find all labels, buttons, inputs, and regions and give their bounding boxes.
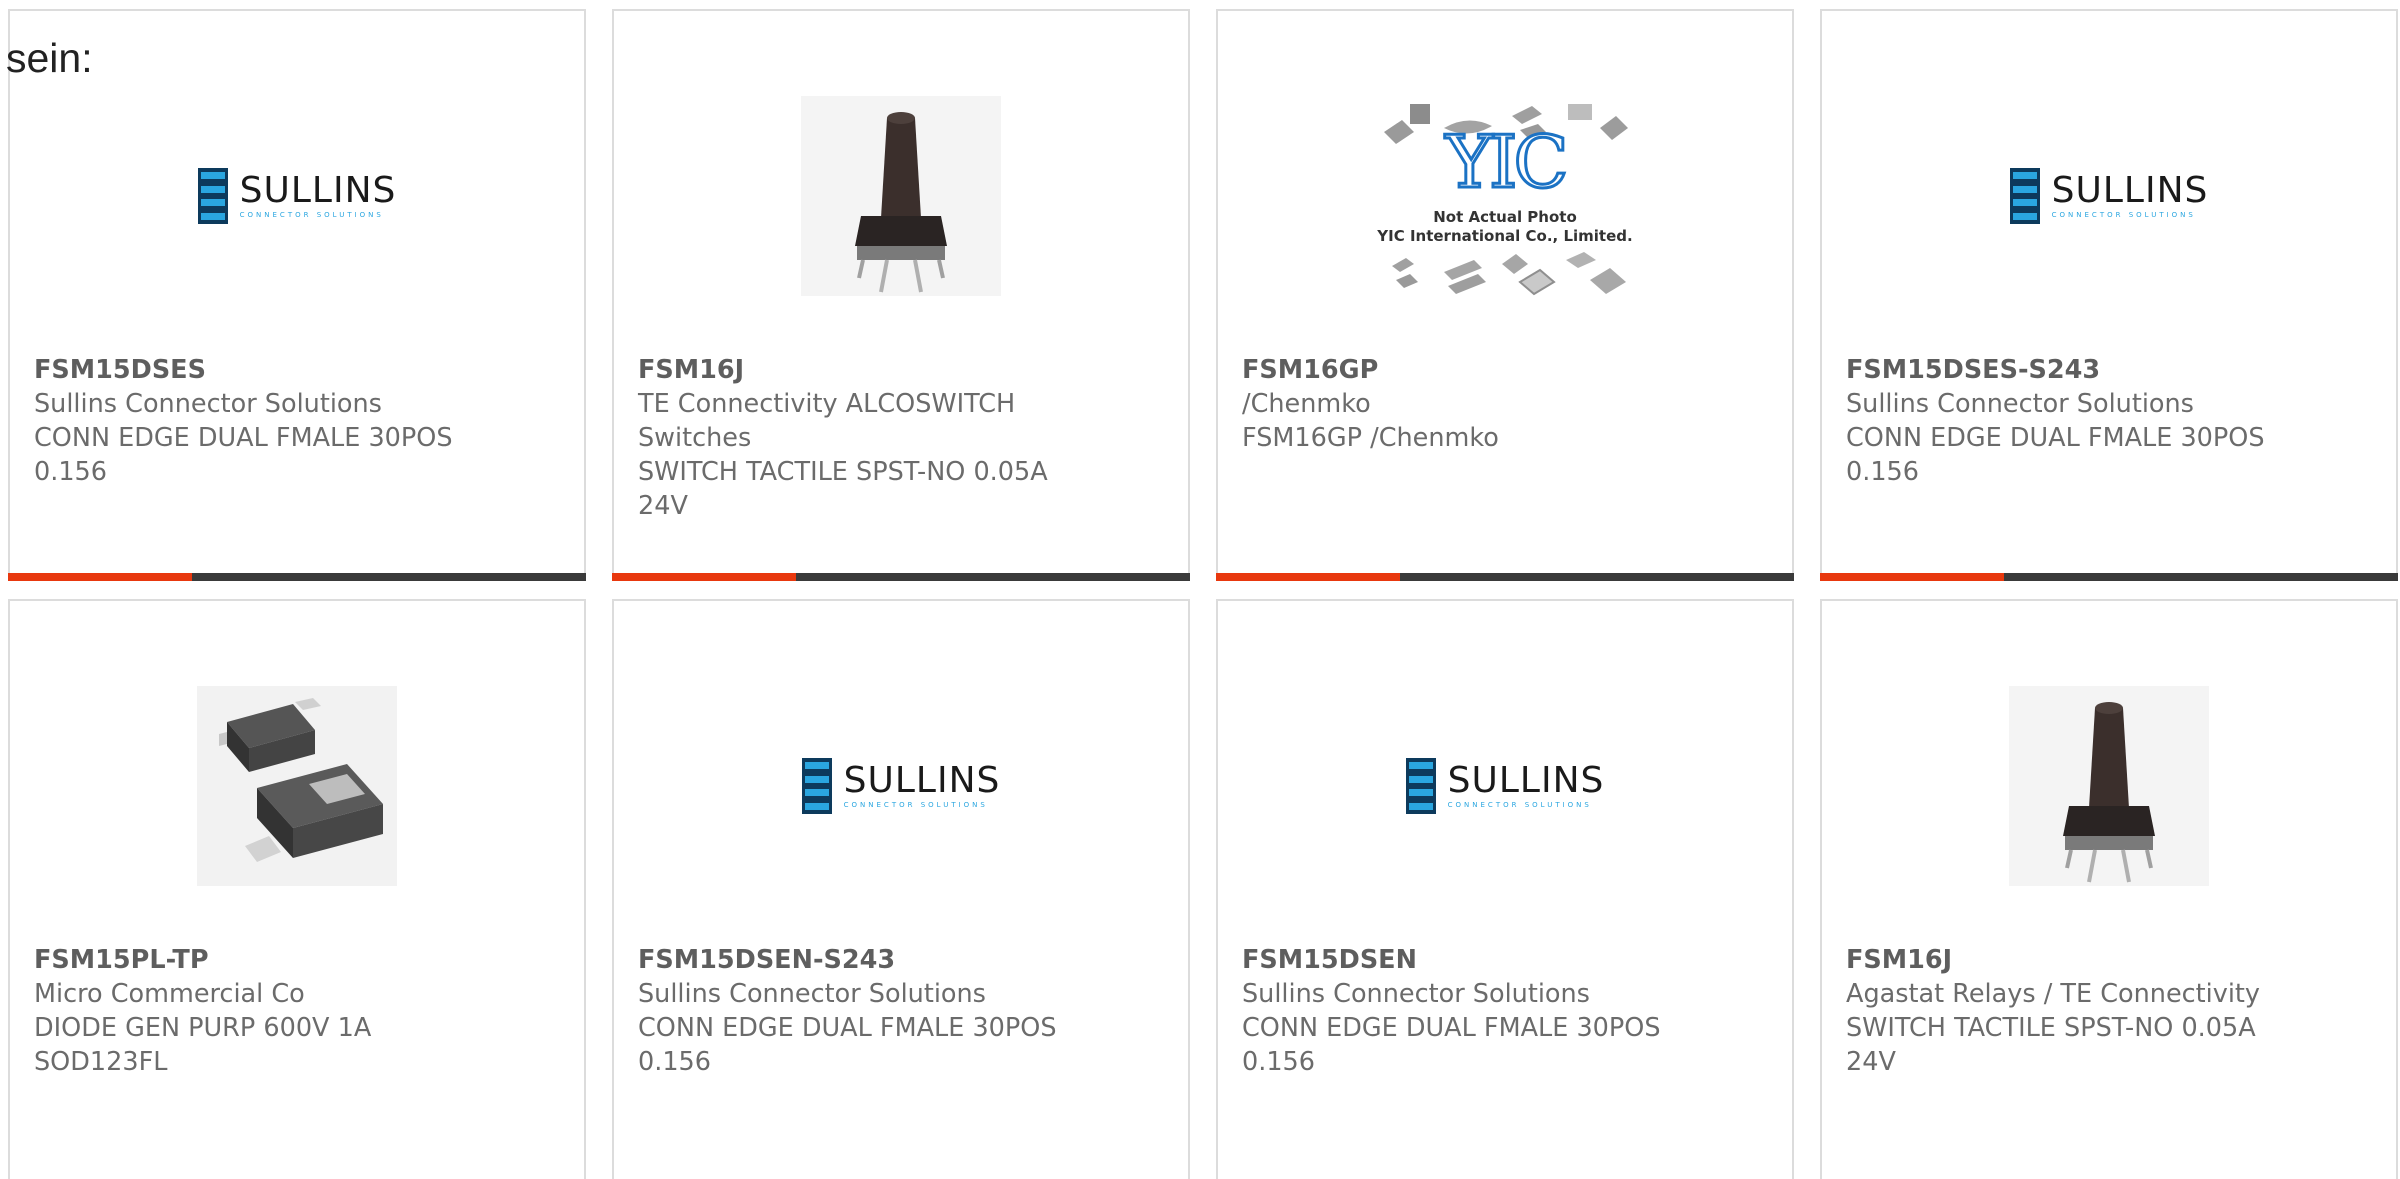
- manufacturer: TE Connectivity ALCOSWITCH: [638, 389, 1016, 419]
- card-footer-bar: [1216, 573, 1794, 581]
- product-info: FSM16J TE Connectivity ALCOSWITCH Switch…: [638, 353, 1164, 523]
- manufacturer: Micro Commercial Co: [34, 979, 305, 1009]
- sullins-mark-icon: [197, 168, 228, 224]
- description-line: 0.156: [34, 457, 108, 487]
- sullins-mark-icon: [2009, 168, 2040, 224]
- product-grid: SULLINS CONNECTOR SOLUTIONS FSM15DSES Su…: [0, 0, 2400, 1179]
- part-number-link[interactable]: FSM15DSES-S243: [1846, 353, 2372, 387]
- sullins-mark-icon: [801, 758, 832, 814]
- product-card[interactable]: SULLINS CONNECTOR SOLUTIONS FSM15DSES Su…: [8, 9, 586, 581]
- card-footer-bar: [612, 573, 1190, 581]
- description-line: CONN EDGE DUAL FMALE 30POS: [1846, 423, 2265, 453]
- sullins-logo: SULLINS CONNECTOR SOLUTIONS: [2009, 168, 2209, 224]
- description-line: 24V: [638, 491, 688, 521]
- product-info: FSM15DSES-S243 Sullins Connector Solutio…: [1846, 353, 2372, 489]
- placeholder-caption: Not Actual Photo: [1433, 208, 1577, 226]
- tactile-switch-photo: [801, 96, 1001, 296]
- product-info: FSM16GP /Chenmko FSM16GP /Chenmko: [1242, 353, 1768, 455]
- sullins-logo: SULLINS CONNECTOR SOLUTIONS: [197, 168, 397, 224]
- description-line: 0.156: [1846, 457, 1920, 487]
- product-card[interactable]: FSM16J Agastat Relays / TE Connectivity …: [1820, 599, 2398, 1179]
- part-number-link[interactable]: FSM16GP: [1242, 353, 1768, 387]
- product-card[interactable]: SULLINS CONNECTOR SOLUTIONS FSM15DSEN-S2…: [612, 599, 1190, 1179]
- product-image[interactable]: SULLINS CONNECTOR SOLUTIONS: [10, 41, 584, 351]
- sullins-logo: SULLINS CONNECTOR SOLUTIONS: [801, 758, 1001, 814]
- description-line: 0.156: [638, 1047, 712, 1077]
- sullins-tagline: CONNECTOR SOLUTIONS: [1447, 801, 1592, 809]
- manufacturer: Sullins Connector Solutions: [34, 389, 382, 419]
- manufacturer: Sullins Connector Solutions: [638, 979, 986, 1009]
- description-line: SOD123FL: [34, 1047, 168, 1077]
- yic-placeholder-image: YIC Not Actual Photo YIC International C…: [1370, 76, 1640, 316]
- description-line: DIODE GEN PURP 600V 1A: [34, 1013, 372, 1043]
- description-line: FSM16GP /Chenmko: [1242, 423, 1499, 453]
- sullins-brand-name: SULLINS: [843, 760, 1001, 801]
- product-image[interactable]: [10, 631, 584, 941]
- description-line: SWITCH TACTILE SPST-NO 0.05A: [638, 457, 1048, 487]
- product-image[interactable]: [614, 41, 1188, 351]
- part-number-link[interactable]: FSM15PL-TP: [34, 943, 560, 977]
- product-info: FSM15DSEN-S243 Sullins Connector Solutio…: [638, 943, 1164, 1079]
- product-card[interactable]: FSM16J TE Connectivity ALCOSWITCH Switch…: [612, 9, 1190, 581]
- card-accent-bar: [612, 573, 796, 581]
- description-line: CONN EDGE DUAL FMALE 30POS: [1242, 1013, 1661, 1043]
- sullins-mark-icon: [1405, 758, 1436, 814]
- description-line: CONN EDGE DUAL FMALE 30POS: [34, 423, 453, 453]
- description-line: CONN EDGE DUAL FMALE 30POS: [638, 1013, 1057, 1043]
- description-line: SWITCH TACTILE SPST-NO 0.05A: [1846, 1013, 2256, 1043]
- lead-text: sein:: [6, 35, 93, 81]
- part-number-link[interactable]: FSM15DSES: [34, 353, 560, 387]
- diode-photo: [197, 686, 397, 886]
- manufacturer: /Chenmko: [1242, 389, 1371, 419]
- placeholder-company: YIC International Co., Limited.: [1377, 227, 1633, 245]
- sullins-brand-name: SULLINS: [1447, 760, 1605, 801]
- sullins-brand-name: SULLINS: [239, 170, 397, 211]
- part-number-link[interactable]: FSM16J: [638, 353, 1164, 387]
- card-accent-bar: [1216, 573, 1400, 581]
- card-accent-bar: [8, 573, 192, 581]
- sullins-logo: SULLINS CONNECTOR SOLUTIONS: [1405, 758, 1605, 814]
- product-grid-page: sein: SULLINS CONNECTOR SOLUTIONS FSM15D…: [0, 0, 2400, 1179]
- product-image[interactable]: YIC Not Actual Photo YIC International C…: [1218, 41, 1792, 351]
- product-info: FSM15DSEN Sullins Connector Solutions CO…: [1242, 943, 1768, 1079]
- card-footer-bar: [1820, 573, 2398, 581]
- product-image[interactable]: SULLINS CONNECTOR SOLUTIONS: [614, 631, 1188, 941]
- manufacturer: Sullins Connector Solutions: [1242, 979, 1590, 1009]
- description-line: Switches: [638, 423, 752, 453]
- product-info: FSM15PL-TP Micro Commercial Co DIODE GEN…: [34, 943, 560, 1079]
- yic-logo: YIC: [1444, 120, 1570, 204]
- sullins-brand-name: SULLINS: [2051, 170, 2209, 211]
- product-card[interactable]: FSM15PL-TP Micro Commercial Co DIODE GEN…: [8, 599, 586, 1179]
- manufacturer: Agastat Relays / TE Connectivity: [1846, 979, 2261, 1009]
- part-number-link[interactable]: FSM15DSEN-S243: [638, 943, 1164, 977]
- part-number-link[interactable]: FSM16J: [1846, 943, 2372, 977]
- part-number-link[interactable]: FSM15DSEN: [1242, 943, 1768, 977]
- sullins-tagline: CONNECTOR SOLUTIONS: [843, 801, 988, 809]
- description-line: 24V: [1846, 1047, 1896, 1077]
- sullins-tagline: CONNECTOR SOLUTIONS: [2051, 211, 2196, 219]
- product-info: FSM16J Agastat Relays / TE Connectivity …: [1846, 943, 2372, 1079]
- product-card[interactable]: YIC Not Actual Photo YIC International C…: [1216, 9, 1794, 581]
- product-image[interactable]: SULLINS CONNECTOR SOLUTIONS: [1822, 41, 2396, 351]
- card-footer-bar: [8, 573, 586, 581]
- manufacturer: Sullins Connector Solutions: [1846, 389, 2194, 419]
- card-accent-bar: [1820, 573, 2004, 581]
- product-info: FSM15DSES Sullins Connector Solutions CO…: [34, 353, 560, 489]
- product-card[interactable]: SULLINS CONNECTOR SOLUTIONS FSM15DSEN Su…: [1216, 599, 1794, 1179]
- tactile-switch-photo: [2009, 686, 2209, 886]
- description-line: 0.156: [1242, 1047, 1316, 1077]
- product-card[interactable]: SULLINS CONNECTOR SOLUTIONS FSM15DSES-S2…: [1820, 9, 2398, 581]
- sullins-tagline: CONNECTOR SOLUTIONS: [239, 211, 384, 219]
- product-image[interactable]: [1822, 631, 2396, 941]
- product-image[interactable]: SULLINS CONNECTOR SOLUTIONS: [1218, 631, 1792, 941]
